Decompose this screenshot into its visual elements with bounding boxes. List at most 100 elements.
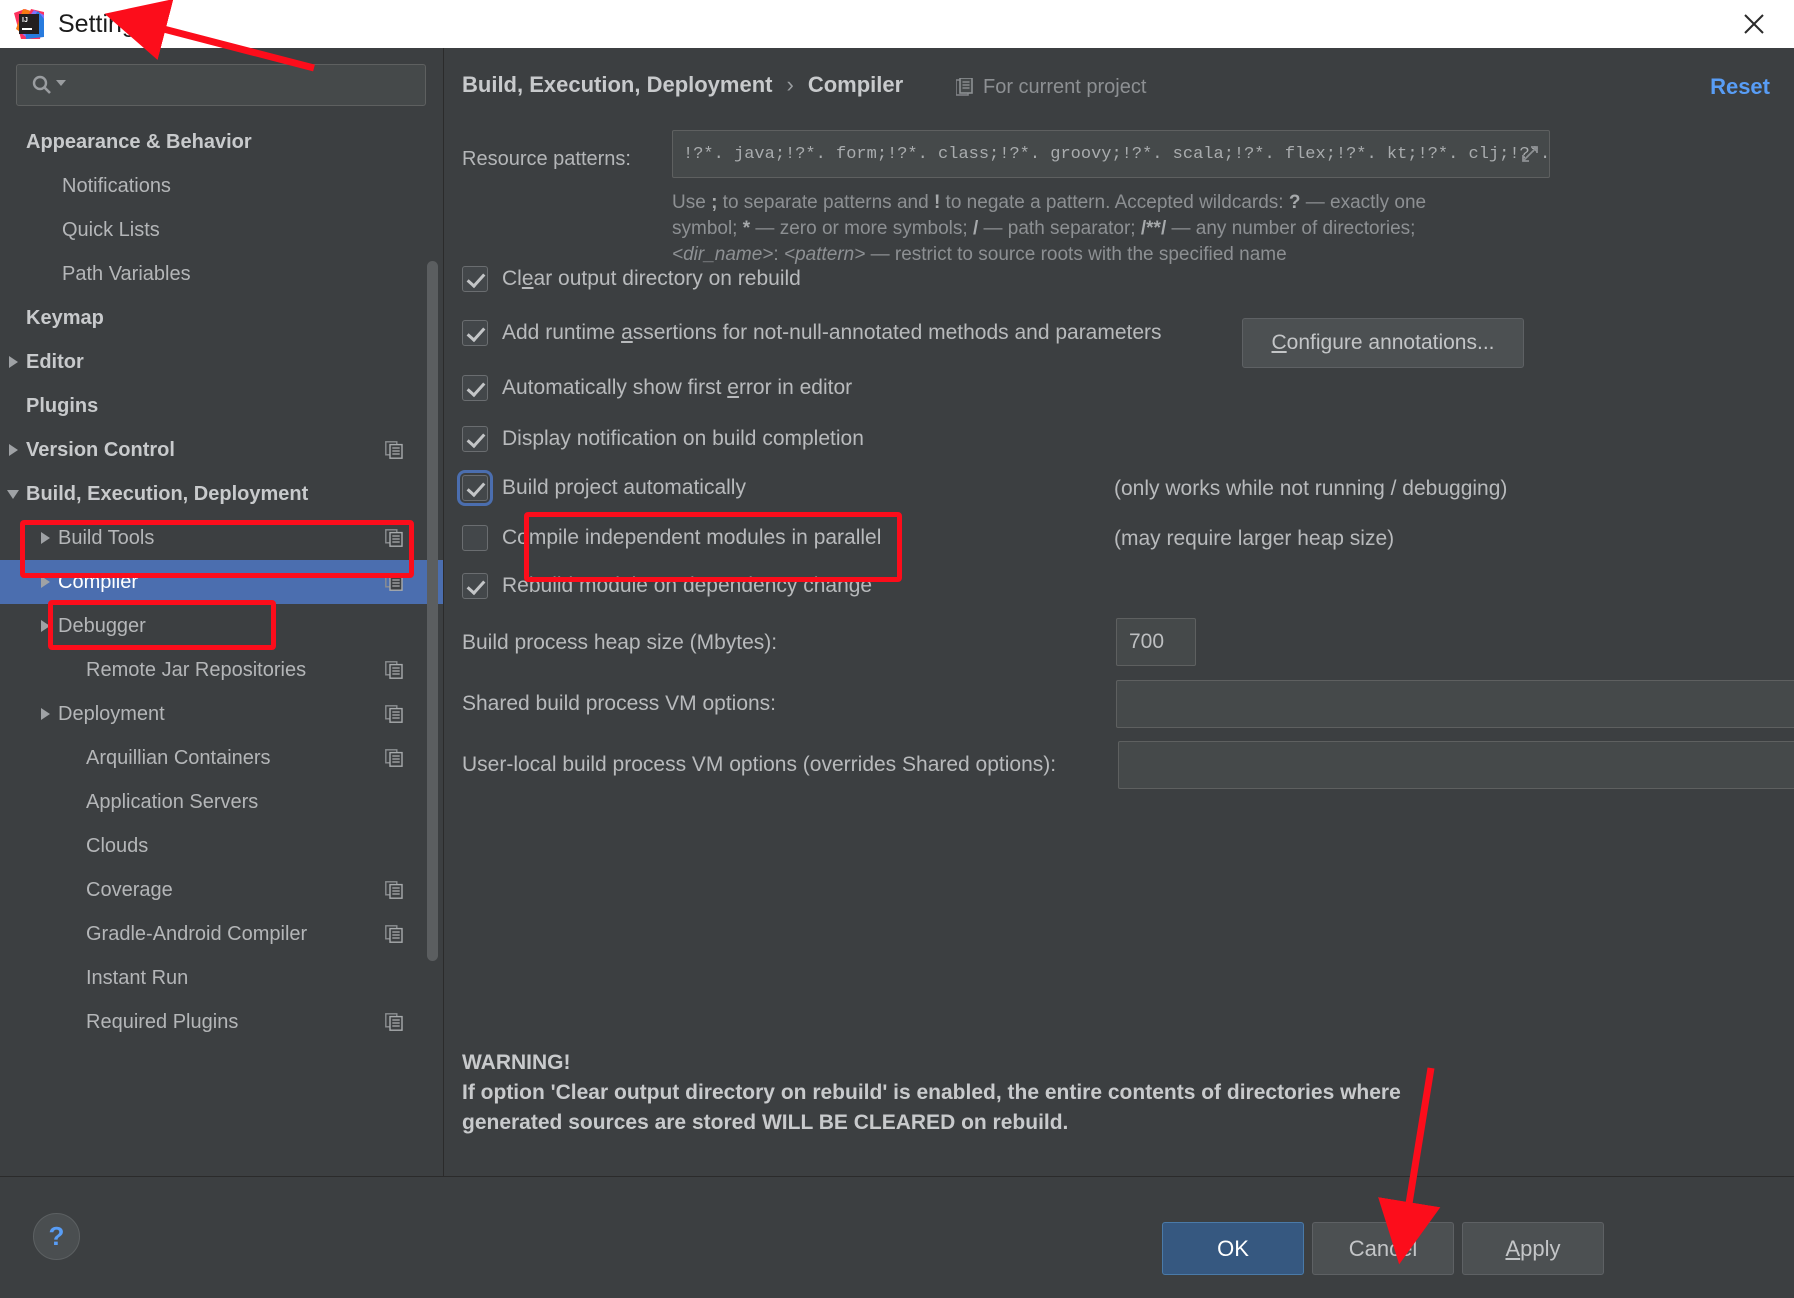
checkbox-clear-output-directory-on-rebuild[interactable] — [462, 266, 488, 292]
breadcrumb-leaf: Compiler — [807, 72, 904, 97]
warning-line2: generated sources are stored WILL BE CLE… — [462, 1111, 1069, 1134]
checkbox-compile-independent-modules-in-parallel[interactable] — [462, 525, 488, 551]
sidebar-item-label: Keymap — [26, 306, 104, 329]
hint-l3-dirname: <dir_name> — [672, 244, 774, 265]
chevron-right-icon[interactable] — [32, 708, 58, 720]
project-scope-icon — [385, 925, 403, 943]
field-value: 700 — [1129, 630, 1165, 653]
sidebar-item-remote-jar-repositories[interactable]: Remote Jar Repositories — [0, 648, 443, 692]
checkbox-label-pre: Display notification on build completion — [502, 427, 864, 450]
sidebar-item-deployment[interactable]: Deployment — [0, 692, 443, 736]
checkbox-row-automatically-show-first-error-in-editor[interactable]: Automatically show first error in editor — [462, 375, 852, 401]
sidebar-item-label: Instant Run — [86, 966, 189, 989]
cancel-button[interactable]: Cancel — [1312, 1222, 1454, 1275]
project-scope-icon — [385, 573, 403, 591]
checkbox-label: Clear output directory on rebuild — [502, 267, 801, 291]
checkbox-label-pre: Compile independent modules in parallel — [502, 526, 882, 549]
search-box[interactable] — [16, 64, 426, 106]
chevron-down-icon[interactable] — [0, 489, 26, 499]
chevron-right-icon[interactable] — [32, 620, 58, 632]
sidebar-item-path-variables[interactable]: Path Variables — [0, 252, 443, 296]
project-scope-icon — [385, 661, 403, 679]
breadcrumb-root[interactable]: Build, Execution, Deployment — [462, 72, 772, 98]
project-scope-icon — [385, 705, 403, 723]
sidebar-item-label: Version Control — [26, 438, 175, 461]
chevron-right-icon[interactable] — [0, 444, 26, 456]
sidebar-item-build-tools[interactable]: Build Tools — [0, 516, 443, 560]
apply-button[interactable]: Apply — [1462, 1222, 1604, 1275]
apply-mnemonic: A — [1505, 1235, 1521, 1261]
project-scope-label: For current project — [983, 76, 1147, 98]
window-title: Settings — [58, 9, 149, 38]
chevron-right-icon[interactable] — [0, 356, 26, 368]
chevron-right-icon[interactable] — [32, 576, 58, 588]
sidebar-item-version-control[interactable]: Version Control — [0, 428, 443, 472]
sidebar-item-application-servers[interactable]: Application Servers — [0, 780, 443, 824]
settings-main-panel: Build, Execution, Deployment › Compiler … — [444, 48, 1794, 1176]
checkbox-label-post: ssertions for not-null-annotated methods… — [632, 321, 1162, 344]
sidebar-item-instant-run[interactable]: Instant Run — [0, 956, 443, 1000]
checkbox-add-runtime-assertions-for-not-null-annotated-me[interactable] — [462, 320, 488, 346]
hint-l1-c: to negate a pattern. Accepted wildcards: — [940, 192, 1289, 213]
hint-l3-rest: — restrict to source roots with the spec… — [865, 244, 1287, 265]
resource-patterns-hint-line3: <dir_name>: <pattern> — restrict to sour… — [672, 242, 1552, 268]
hint-l1-d: — exactly one — [1300, 192, 1427, 213]
project-scope-icon — [385, 529, 403, 547]
sidebar-item-label: Arquillian Containers — [86, 746, 271, 769]
field-input-build-process-heap-size-mbytes[interactable]: 700 — [1116, 618, 1196, 666]
sidebar-item-quick-lists[interactable]: Quick Lists — [0, 208, 443, 252]
sidebar-item-gradle-android-compiler[interactable]: Gradle-Android Compiler — [0, 912, 443, 956]
checkbox-label: Build project automatically — [502, 476, 746, 500]
expand-editor-icon[interactable] — [1519, 143, 1541, 165]
sidebar-item-keymap[interactable]: Keymap — [0, 296, 443, 340]
checkbox-row-add-runtime-assertions-for-not-null-annotated-me[interactable]: Add runtime assertions for not-null-anno… — [462, 320, 1162, 346]
checkbox-rebuild-module-on-dependency-change[interactable] — [462, 573, 488, 599]
search-input[interactable] — [77, 75, 411, 95]
sidebar-item-required-plugins[interactable]: Required Plugins — [0, 1000, 443, 1044]
checkbox-automatically-show-first-error-in-editor[interactable] — [462, 375, 488, 401]
resource-patterns-input[interactable]: !?*. java;!?*. form;!?*. class;!?*. groo… — [672, 130, 1550, 178]
sidebar-item-coverage[interactable]: Coverage — [0, 868, 443, 912]
hint-l3-colon: : — [773, 244, 784, 265]
hint-l1-b: to separate patterns and — [717, 192, 934, 213]
chevron-right-icon[interactable] — [32, 532, 58, 544]
sidebar-item-label: Debugger — [58, 614, 146, 637]
sidebar-item-compiler[interactable]: Compiler — [0, 560, 443, 604]
checkbox-display-notification-on-build-completion[interactable] — [462, 426, 488, 452]
project-scope-icon — [955, 76, 974, 98]
checkbox-note-compile-independent-modules-in-parallel: (may require larger heap size) — [1114, 527, 1395, 550]
checkbox-row-display-notification-on-build-completion[interactable]: Display notification on build completion — [462, 426, 864, 452]
sidebar-item-arquillian-containers[interactable]: Arquillian Containers — [0, 736, 443, 780]
sidebar-item-appearance-behavior[interactable]: Appearance & Behavior — [0, 120, 443, 164]
breadcrumb-separator: › — [786, 72, 794, 97]
checkbox-label-post: rror in editor — [738, 376, 853, 399]
reset-link[interactable]: Reset — [1710, 74, 1770, 100]
resource-patterns-value: !?*. java;!?*. form;!?*. class;!?*. groo… — [683, 144, 1550, 164]
sidebar-item-label: Coverage — [86, 878, 173, 901]
sidebar-item-clouds[interactable]: Clouds — [0, 824, 443, 868]
checkbox-row-rebuild-module-on-dependency-change[interactable]: Rebuild module on dependency change — [462, 573, 872, 599]
sidebar-item-editor[interactable]: Editor — [0, 340, 443, 384]
field-input-user-local-build-process-vm-options-overrides-[interactable] — [1118, 741, 1794, 789]
checkbox-row-compile-independent-modules-in-parallel[interactable]: Compile independent modules in parallel — [462, 525, 881, 551]
checkbox-note-build-project-automatically: (only works while not running / debuggin… — [1114, 477, 1508, 500]
sidebar-item-plugins[interactable]: Plugins — [0, 384, 443, 428]
chevron-down-icon[interactable] — [55, 76, 67, 94]
sidebar-item-debugger[interactable]: Debugger — [0, 604, 443, 648]
sidebar-item-notifications[interactable]: Notifications — [0, 164, 443, 208]
configure-annotations-button[interactable]: Configure annotations... — [1242, 318, 1524, 368]
sidebar-item-label: Required Plugins — [86, 1010, 239, 1033]
checkbox-build-project-automatically[interactable] — [457, 470, 493, 506]
cancel-label: Cancel — [1348, 1235, 1418, 1261]
help-icon[interactable]: ? — [33, 1213, 80, 1260]
checkbox-row-build-project-automatically[interactable]: Build project automatically — [457, 470, 746, 506]
checkbox-row-clear-output-directory-on-rebuild[interactable]: Clear output directory on rebuild — [462, 266, 801, 292]
ok-button[interactable]: OK — [1162, 1222, 1304, 1275]
svg-text:IJ: IJ — [22, 17, 28, 24]
field-label-user-local-build-process-vm-options-overrides-: User-local build process VM options (ove… — [462, 753, 1057, 776]
sidebar-item-build-execution-deployment[interactable]: Build, Execution, Deployment — [0, 472, 443, 516]
field-input-shared-build-process-vm-options[interactable] — [1116, 680, 1794, 728]
sidebar-scrollbar-thumb[interactable] — [427, 261, 438, 961]
close-icon[interactable] — [1732, 8, 1776, 40]
sidebar-item-label: Clouds — [86, 834, 149, 857]
